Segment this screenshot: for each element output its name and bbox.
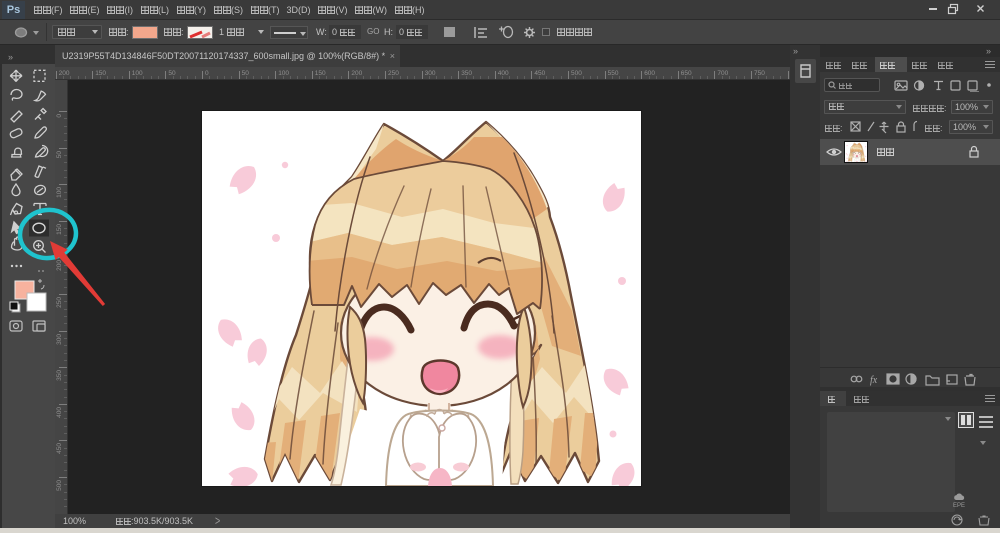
svg-text:fx: fx	[870, 375, 878, 386]
